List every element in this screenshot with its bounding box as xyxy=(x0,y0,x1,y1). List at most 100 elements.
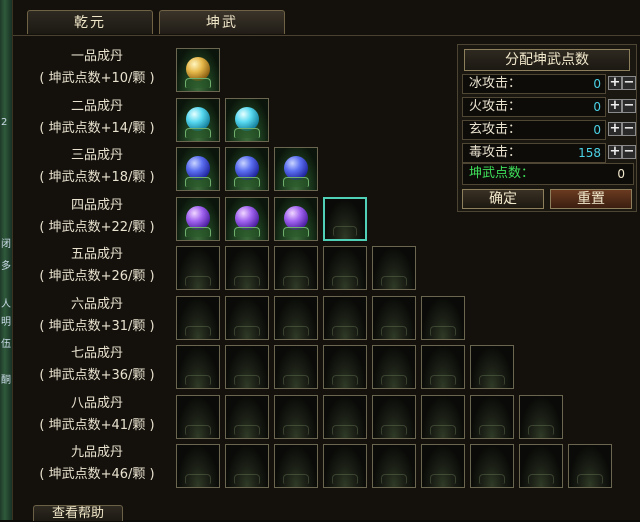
stat-label: 毒攻击： 158 xyxy=(462,143,606,163)
stat-label-text: 玄攻击： xyxy=(469,122,522,137)
stat-label-text: 火攻击： xyxy=(469,99,522,114)
pill-row-label: 九品成丹 ( 坤武点数+46/颗 ) xyxy=(23,442,171,486)
pill-slot[interactable] xyxy=(323,444,367,488)
pill-slot[interactable] xyxy=(470,394,514,439)
minus-button[interactable]: − xyxy=(622,145,636,159)
pill-slot[interactable] xyxy=(225,295,269,340)
pill-slot[interactable] xyxy=(421,394,465,439)
tab-bar: 乾元 坤武 xyxy=(27,10,285,36)
pill-slot[interactable] xyxy=(176,147,220,191)
pill-slot[interactable] xyxy=(225,196,269,241)
pill-slot[interactable] xyxy=(274,295,318,340)
pill-bonus: ( 坤武点数+18/颗 ) xyxy=(39,170,155,185)
pill-name: 九品成丹 xyxy=(70,445,123,460)
pill-bonus: ( 坤武点数+41/颗 ) xyxy=(39,417,155,433)
pill-orb-icon xyxy=(186,205,210,230)
stat-value: 158 xyxy=(578,146,601,160)
help-button[interactable]: 查看帮助 xyxy=(33,505,123,521)
stat-value: 0 xyxy=(593,100,601,114)
reset-button[interactable]: 重置 xyxy=(550,189,632,209)
pill-bonus: ( 坤武点数+46/颗 ) xyxy=(39,467,155,482)
pill-slot[interactable] xyxy=(323,345,367,389)
pill-orb-icon xyxy=(186,156,210,180)
pill-name: 八品成丹 xyxy=(70,395,123,411)
minus-button[interactable]: − xyxy=(622,76,636,90)
pill-slot[interactable] xyxy=(568,444,612,488)
pill-name: 二品成丹 xyxy=(70,98,123,114)
pill-slot[interactable] xyxy=(323,394,367,439)
pill-slot[interactable] xyxy=(176,345,220,389)
pill-slot[interactable] xyxy=(176,394,220,439)
pill-bonus: ( 坤武点数+14/颗 ) xyxy=(39,120,155,136)
side-glyph: 2 xyxy=(1,117,8,128)
pill-row-label: 四品成丹 ( 坤武点数+22/颗 ) xyxy=(23,195,171,239)
pill-slot[interactable] xyxy=(225,394,269,439)
pill-row-label: 六品成丹 ( 坤武点数+31/颗 ) xyxy=(23,294,171,338)
pill-slot[interactable] xyxy=(519,444,563,488)
pill-slot[interactable] xyxy=(176,48,220,92)
kunwu-panel: 乾元 坤武 一品成丹 ( 坤武点数+10/颗 ) 二品成丹 ( 坤武点数+14/颗 )… xyxy=(12,0,640,521)
pill-slot[interactable] xyxy=(225,97,269,142)
pill-slot[interactable] xyxy=(176,196,220,241)
plus-button[interactable]: + xyxy=(608,145,622,159)
pill-slot[interactable] xyxy=(470,444,514,488)
pill-slot[interactable] xyxy=(519,394,563,439)
stat-label-text: 毒攻击： xyxy=(469,145,522,160)
pill-row-label: 八品成丹 ( 坤武点数+41/颗 ) xyxy=(23,393,171,437)
minus-button[interactable]: − xyxy=(622,99,636,113)
pill-slot[interactable] xyxy=(225,345,269,389)
tab-qianyuan[interactable]: 乾元 xyxy=(27,10,153,34)
pill-slot[interactable] xyxy=(274,147,318,191)
pill-slot[interactable] xyxy=(372,295,416,340)
pill-row-label: 三品成丹 ( 坤武点数+18/颗 ) xyxy=(23,145,171,189)
plus-button[interactable]: + xyxy=(608,122,622,136)
pill-orb-icon xyxy=(235,205,259,230)
pill-slot[interactable] xyxy=(421,295,465,340)
plus-button[interactable]: + xyxy=(608,76,622,90)
pill-slot[interactable] xyxy=(421,345,465,389)
stat-label-text: 冰攻击： xyxy=(469,76,522,91)
stat-row-ice: 冰攻击： 0 + − xyxy=(462,74,636,94)
pill-slot[interactable] xyxy=(274,196,318,241)
pill-slot[interactable] xyxy=(372,444,416,488)
pill-slot[interactable] xyxy=(176,444,220,488)
pill-slot[interactable] xyxy=(372,345,416,389)
stat-value: 0 xyxy=(593,123,601,137)
pill-slot[interactable] xyxy=(225,147,269,191)
pill-row-label: 七品成丹 ( 坤武点数+36/颗 ) xyxy=(23,343,171,387)
pill-slot[interactable] xyxy=(323,196,367,241)
pill-slot[interactable] xyxy=(372,394,416,439)
minus-button[interactable]: − xyxy=(622,122,636,136)
pill-slot[interactable] xyxy=(274,246,318,290)
allocation-panel: 分配坤武点数 冰攻击： 0 + − 火攻击： 0 + − 玄攻击： 0 + − 毒攻击： 158 + − 坤武… xyxy=(457,44,637,212)
pill-orb-icon xyxy=(235,156,259,180)
pill-slot[interactable] xyxy=(176,97,220,142)
stat-label: 玄攻击： 0 xyxy=(462,120,606,140)
stat-row-fire: 火攻击： 0 + − xyxy=(462,97,636,117)
pill-bonus: ( 坤武点数+26/颗 ) xyxy=(39,269,155,284)
pill-row-label: 一品成丹 ( 坤武点数+10/颗 ) xyxy=(23,46,171,90)
tab-divider xyxy=(13,35,640,36)
pill-slot[interactable] xyxy=(176,295,220,340)
pill-orb-icon xyxy=(235,106,259,131)
tab-kunwu[interactable]: 坤武 xyxy=(159,10,285,34)
pill-slot[interactable] xyxy=(274,394,318,439)
side-glyph: 明 xyxy=(1,317,11,328)
stat-value: 0 xyxy=(593,77,601,91)
side-glyph: 人 xyxy=(1,299,11,310)
confirm-button[interactable]: 确定 xyxy=(462,189,544,209)
pill-slot[interactable] xyxy=(274,444,318,488)
stat-label: 火攻击： 0 xyxy=(462,97,606,117)
pill-slot[interactable] xyxy=(372,246,416,290)
pill-slot[interactable] xyxy=(274,345,318,389)
plus-button[interactable]: + xyxy=(608,99,622,113)
pill-slot[interactable] xyxy=(470,345,514,389)
pill-slot[interactable] xyxy=(323,295,367,340)
pill-slot[interactable] xyxy=(225,444,269,488)
pill-orb-icon xyxy=(186,57,210,81)
pill-slot[interactable] xyxy=(323,246,367,290)
pill-slot[interactable] xyxy=(421,444,465,488)
pill-slot[interactable] xyxy=(225,246,269,290)
pill-orb-icon xyxy=(284,156,308,180)
pill-slot[interactable] xyxy=(176,246,220,290)
